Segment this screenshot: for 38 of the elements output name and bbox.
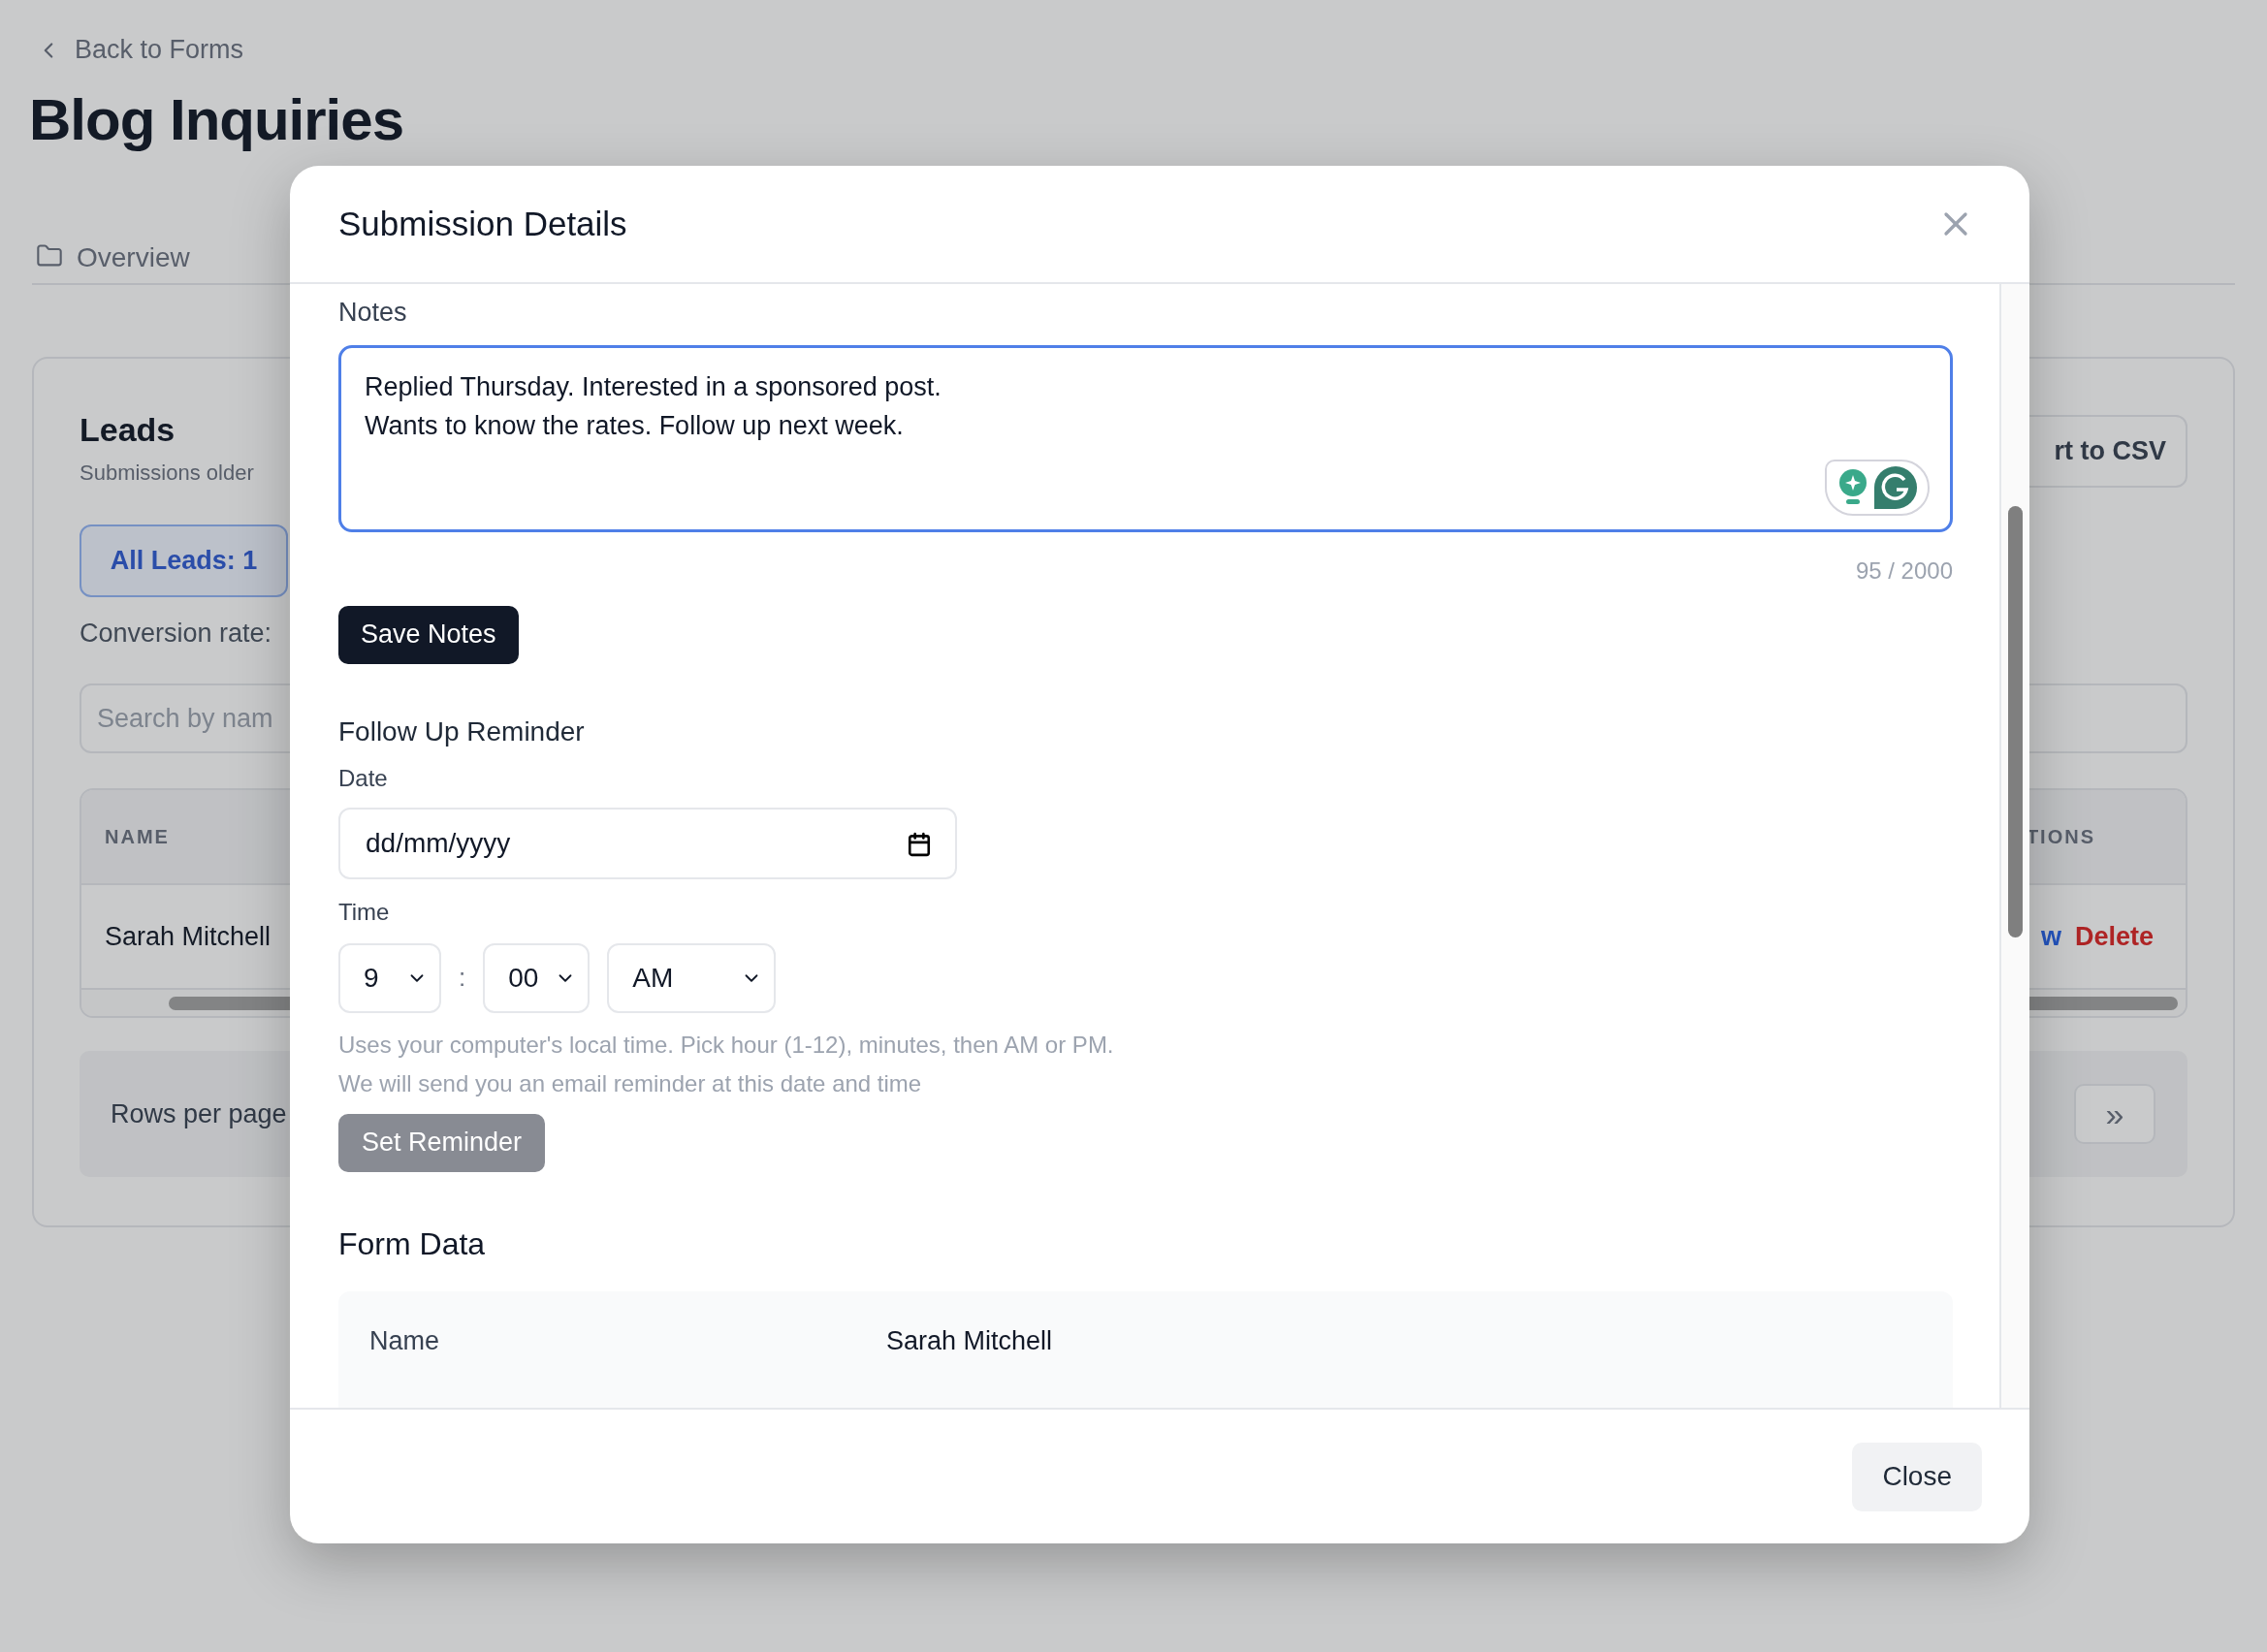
view-link[interactable]: w <box>2040 921 2061 952</box>
card-subtitle: Submissions older <box>80 461 254 486</box>
close-button[interactable]: Close <box>1852 1442 1982 1511</box>
page-title: Blog Inquiries <box>29 86 405 153</box>
back-link[interactable]: Back to Forms <box>32 35 244 65</box>
time-separator: : <box>459 963 466 994</box>
speech-bubble-icon[interactable] <box>1874 465 1917 509</box>
lightbulb-icon <box>1837 467 1868 507</box>
character-counter: 95 / 2000 <box>1855 556 1953 585</box>
help-text: Uses your computer's local time. Pick hour (1-12), minutes, then AM or PM. <box>338 1030 1115 1060</box>
delete-link[interactable]: Delete <box>2074 921 2154 952</box>
hour-select[interactable]: 9 <box>338 942 441 1013</box>
column-header: NAME <box>105 825 170 848</box>
notes-label: Notes <box>338 298 408 328</box>
notes-field[interactable]: Replied Thursday. Interested in a sponsored post. Wants to know the rates. Follow up next week. <box>338 345 1953 532</box>
field-name: Name <box>369 1326 441 1356</box>
calendar-icon[interactable] <box>907 831 932 857</box>
date-field[interactable]: dd/mm/yyyy <box>338 807 957 879</box>
conversion-rate: Conversion rate: <box>80 619 272 649</box>
column-header: TIONS <box>2026 825 2095 848</box>
modal-title: Submission Details <box>338 205 627 243</box>
tab[interactable]: Overview <box>32 242 194 285</box>
section-title: Form Data <box>338 1226 487 1262</box>
save-notes-button[interactable]: Save Notes <box>338 605 519 664</box>
time-label: Time <box>338 898 391 926</box>
table-cell: Sarah Mitchell <box>105 921 271 952</box>
filter-button[interactable]: All Leads: 1 <box>80 524 288 597</box>
date-label: Date <box>338 764 389 792</box>
minute-select[interactable]: 00 <box>483 942 591 1013</box>
field-value: Sarah Mitchell <box>886 1326 1053 1356</box>
scrollbar-thumb[interactable] <box>2008 506 2023 937</box>
writing-assistant-badge[interactable] <box>1825 459 1930 516</box>
help-text: We will send you an email reminder at this date and time <box>338 1068 923 1098</box>
period-select[interactable]: AM <box>607 942 777 1013</box>
section-title: Follow Up Reminder <box>338 715 586 747</box>
rows-per-page-label: Rows per page <box>111 1098 287 1129</box>
last-page-button[interactable]: » <box>2074 1084 2155 1144</box>
card-title: Leads <box>80 411 176 449</box>
